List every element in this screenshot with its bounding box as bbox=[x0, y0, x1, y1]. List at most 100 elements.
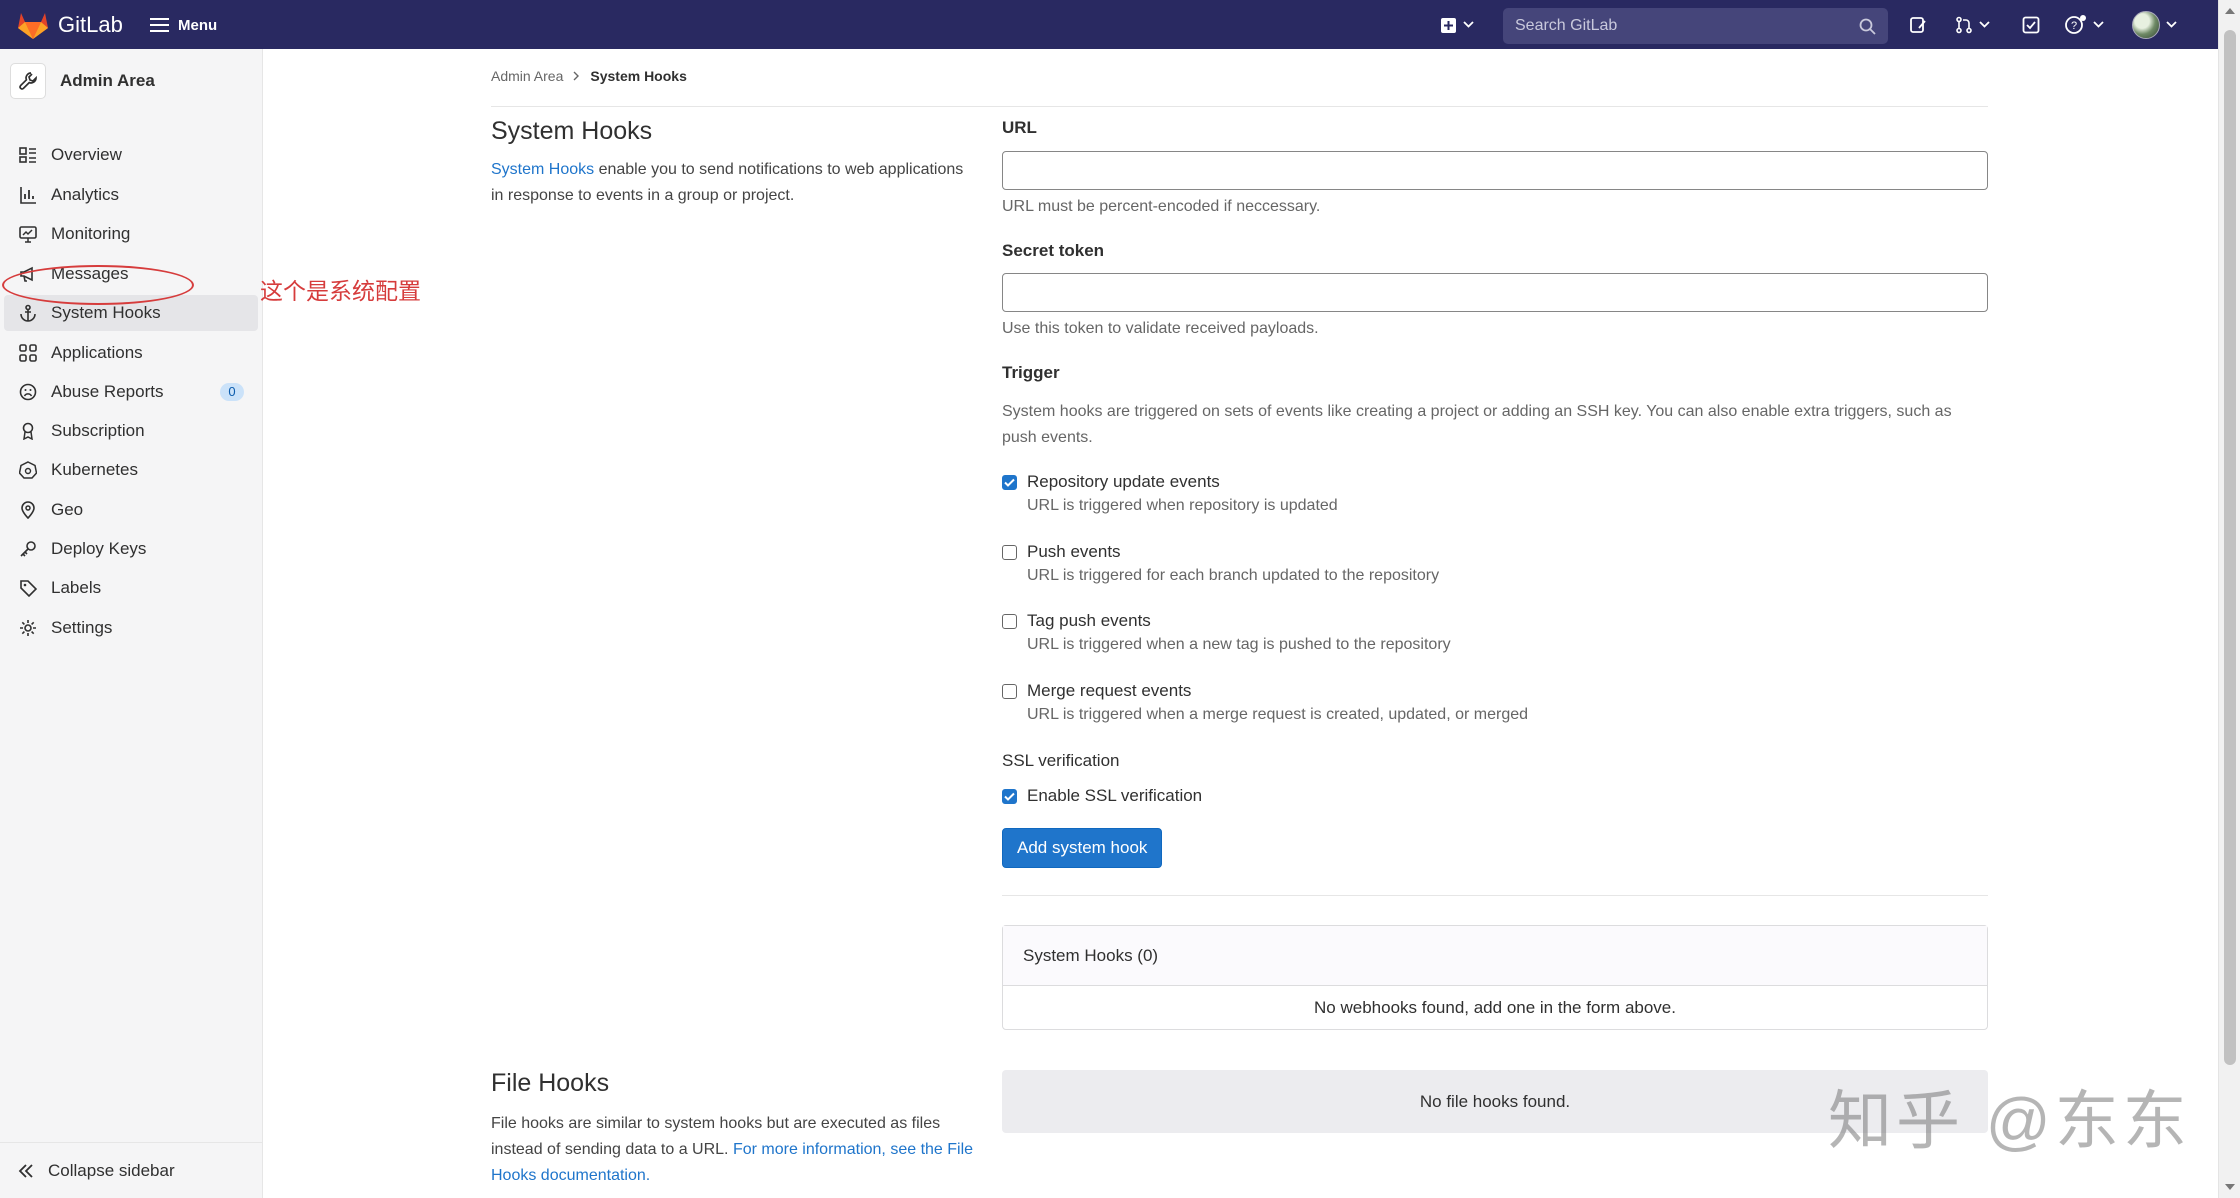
checkbox-unchecked[interactable] bbox=[1002, 545, 1017, 560]
sidebar-item-settings[interactable]: Settings bbox=[4, 610, 258, 646]
breadcrumb: Admin Area System Hooks bbox=[491, 68, 687, 84]
face-icon bbox=[18, 382, 38, 402]
overview-icon bbox=[18, 145, 38, 165]
label-icon bbox=[18, 578, 38, 598]
merge-requests-button[interactable] bbox=[1955, 12, 1990, 38]
chevron-down-icon bbox=[2093, 21, 2104, 28]
double-chevron-left-icon bbox=[18, 1163, 33, 1178]
trigger-label: Tag push events bbox=[1027, 611, 1151, 630]
sidebar-header[interactable]: Admin Area bbox=[10, 63, 155, 99]
secret-token-input[interactable] bbox=[1002, 273, 1988, 312]
watermark: 知乎 @东东 bbox=[1828, 1085, 2191, 1157]
help-button[interactable]: ? bbox=[2065, 12, 2104, 38]
ssl-verification-label: SSL verification bbox=[1002, 751, 1120, 770]
sidebar-item-label: Analytics bbox=[51, 185, 120, 204]
search-icon bbox=[1859, 18, 1876, 35]
sidebar-item-label: Subscription bbox=[51, 421, 145, 440]
trigger-tag-push[interactable]: Tag push events URL is triggered when a n… bbox=[1002, 611, 1451, 654]
anchor-icon bbox=[18, 303, 38, 323]
add-system-hook-button[interactable]: Add system hook bbox=[1002, 828, 1163, 868]
trigger-help: URL is triggered for each branch updated… bbox=[1027, 567, 1440, 584]
chevron-down-icon bbox=[1979, 21, 1990, 28]
system-hooks-list: System Hooks (0) No webhooks found, add … bbox=[1002, 925, 1988, 1030]
file-hooks-description: File hooks are similar to system hooks b… bbox=[491, 1111, 981, 1189]
svg-text:?: ? bbox=[2071, 20, 2077, 32]
trigger-help: URL is triggered when repository is upda… bbox=[1027, 497, 1338, 514]
menu-label: Menu bbox=[178, 16, 218, 34]
trigger-label: Merge request events bbox=[1027, 681, 1192, 700]
plus-square-icon bbox=[1441, 17, 1456, 33]
sidebar-item-subscription[interactable]: Subscription bbox=[4, 413, 258, 449]
checkbox-checked[interactable] bbox=[1002, 789, 1017, 804]
scroll-down-arrow-icon[interactable] bbox=[2225, 1184, 2235, 1190]
collapse-sidebar-label: Collapse sidebar bbox=[48, 1160, 175, 1180]
kubernetes-icon bbox=[18, 460, 38, 480]
url-help-text: URL must be percent-encoded if neccessar… bbox=[1002, 198, 1321, 215]
trigger-help: URL is triggered when a merge request is… bbox=[1027, 706, 1529, 723]
trigger-help-text: System hooks are triggered on sets of ev… bbox=[1002, 403, 1952, 446]
hooks-empty-message: No webhooks found, add one in the form a… bbox=[1314, 998, 1676, 1017]
todo-check-icon bbox=[2022, 16, 2040, 34]
issues-button[interactable] bbox=[1909, 12, 1927, 38]
annotation-text: 这个是系统配置 bbox=[260, 278, 421, 304]
trigger-repository-update[interactable]: Repository update events URL is triggered… bbox=[1002, 472, 1338, 515]
sidebar-item-labels[interactable]: Labels bbox=[4, 570, 258, 606]
chevron-down-icon bbox=[1463, 21, 1474, 28]
check-icon bbox=[1004, 792, 1015, 801]
secret-token-label: Secret token bbox=[1002, 241, 1105, 260]
secret-token-help-text: Use this token to validate received payl… bbox=[1002, 320, 1319, 337]
trigger-help: URL is triggered when a new tag is pushe… bbox=[1027, 636, 1451, 653]
sidebar-item-kubernetes[interactable]: Kubernetes bbox=[4, 452, 258, 488]
sidebar-title: Admin Area bbox=[60, 71, 155, 90]
sidebar-item-deploy-keys[interactable]: Deploy Keys bbox=[4, 531, 258, 567]
page-scrollbar[interactable] bbox=[2218, 0, 2240, 1198]
checkbox-unchecked[interactable] bbox=[1002, 684, 1017, 699]
sidebar-item-label: Kubernetes bbox=[51, 460, 138, 479]
sidebar-item-label: Settings bbox=[51, 618, 113, 637]
sidebar-item-monitoring[interactable]: Monitoring bbox=[4, 216, 258, 252]
search-input[interactable]: Search GitLab bbox=[1503, 8, 1888, 44]
system-hooks-help-link[interactable]: System Hooks bbox=[491, 161, 594, 178]
sidebar-item-label: Abuse Reports bbox=[51, 382, 164, 401]
user-menu-button[interactable] bbox=[2132, 11, 2177, 39]
file-hooks-title: File Hooks bbox=[491, 1069, 610, 1097]
hooks-list-header: System Hooks (0) bbox=[1003, 926, 1987, 986]
check-icon bbox=[1004, 478, 1015, 487]
url-input[interactable] bbox=[1002, 151, 1988, 190]
breadcrumb-current[interactable]: System Hooks bbox=[590, 68, 686, 84]
scroll-up-arrow-icon[interactable] bbox=[2225, 8, 2235, 14]
sidebar-item-label: Geo bbox=[51, 500, 84, 519]
brand-name[interactable]: GitLab bbox=[58, 12, 123, 38]
collapse-sidebar-button[interactable]: Collapse sidebar bbox=[0, 1142, 263, 1198]
system-hooks-description: System Hooks enable you to send notifica… bbox=[491, 157, 971, 209]
sidebar-item-applications[interactable]: Applications bbox=[4, 335, 258, 371]
key-icon bbox=[18, 539, 38, 559]
trigger-push[interactable]: Push events URL is triggered for each bra… bbox=[1002, 542, 1439, 585]
trigger-merge-request[interactable]: Merge request events URL is triggered whe… bbox=[1002, 681, 1528, 724]
sidebar-item-analytics[interactable]: Analytics bbox=[4, 177, 258, 213]
breadcrumb-admin-area[interactable]: Admin Area bbox=[491, 68, 563, 84]
trigger-label: Trigger bbox=[1002, 363, 1060, 382]
todos-button[interactable] bbox=[2022, 12, 2040, 38]
location-icon bbox=[18, 500, 38, 520]
checkbox-checked[interactable] bbox=[1002, 475, 1017, 490]
trigger-label: Push events bbox=[1027, 542, 1121, 561]
gitlab-logo-icon[interactable] bbox=[17, 10, 49, 40]
sidebar-item-overview[interactable]: Overview bbox=[4, 137, 258, 173]
search-placeholder: Search GitLab bbox=[1515, 17, 1618, 34]
wrench-icon bbox=[19, 72, 37, 90]
ssl-verification-toggle[interactable]: Enable SSL verification bbox=[1002, 786, 1202, 806]
sidebar-item-label: Deploy Keys bbox=[51, 539, 147, 558]
sidebar-item-label: System Hooks bbox=[51, 303, 161, 322]
checkbox-unchecked[interactable] bbox=[1002, 614, 1017, 629]
sidebar-item-geo[interactable]: Geo bbox=[4, 492, 258, 528]
menu-button[interactable]: Menu bbox=[150, 12, 217, 38]
chevron-right-icon bbox=[573, 71, 580, 81]
sidebar-item-abuse-reports[interactable]: Abuse Reports 0 bbox=[4, 374, 258, 410]
divider bbox=[1002, 895, 1988, 896]
new-dropdown-button[interactable] bbox=[1440, 12, 1474, 38]
trigger-label: Repository update events bbox=[1027, 472, 1220, 491]
admin-sidebar: Admin Area Overview Analytics Monitoring… bbox=[0, 49, 263, 1198]
scrollbar-thumb[interactable] bbox=[2224, 30, 2236, 1065]
annotation-ellipse bbox=[2, 265, 194, 305]
